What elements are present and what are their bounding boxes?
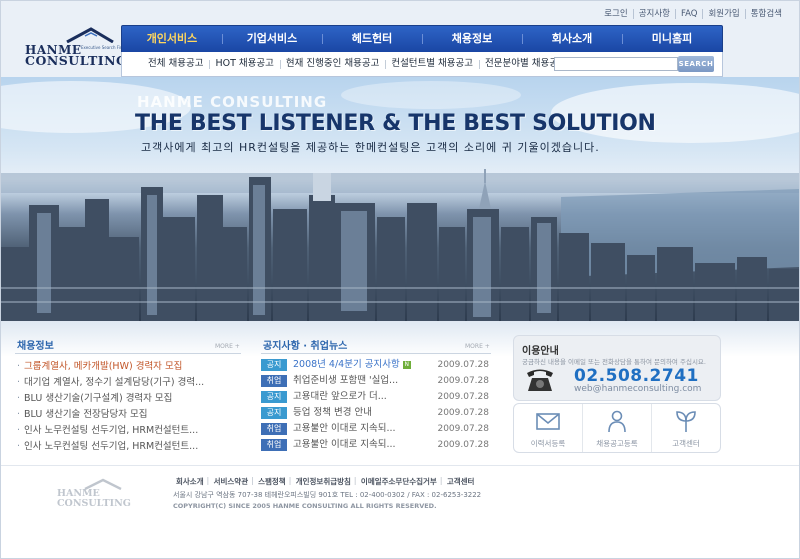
footer-link-privacy[interactable]: 개인정보취급방침 [289, 476, 356, 487]
util-login[interactable]: 로그인 [599, 9, 632, 19]
header: HANME Executive Search Firm CONSULTING 로… [1, 1, 799, 89]
news-row[interactable]: 취업 고용불안 이대로 지속되... 2009.07.28 [261, 421, 491, 437]
new-badge: N [402, 360, 411, 369]
util-notice[interactable]: 공지사항 [632, 9, 675, 19]
news-date: 2009.07.28 [437, 392, 489, 402]
news-row[interactable]: 공지 등업 정책 변경 안내 2009.07.28 [261, 405, 491, 421]
nav-jobs[interactable]: 채용정보 [422, 26, 522, 52]
footer-link-spam[interactable]: 스팸정책 [251, 476, 291, 487]
jobs-title: 채용정보 [17, 341, 54, 352]
util-search[interactable]: 통합검색 [744, 9, 787, 19]
hero-subtitle: HANME CONSULTING [137, 93, 328, 111]
quick-menu: 이력서등록 채용공고등록 고객센터 [513, 403, 721, 453]
news-text: 취업준비생 포함땐 '실업... [293, 375, 399, 386]
hero-banner: HANME CONSULTING THE BEST LISTENER & THE… [1, 77, 799, 321]
nav-minihome[interactable]: 미니홈피 [622, 26, 722, 52]
subnav-current[interactable]: 현재 진행중인 채용공고 [279, 52, 385, 76]
job-item[interactable]: 그룹계열사, 메카개발(HW) 경력자 모집 [15, 359, 204, 375]
news-text: 2008년 4/4분기 공지사항 N [293, 359, 411, 370]
quick-job-post-label: 채용공고등록 [596, 439, 638, 448]
util-faq[interactable]: FAQ [674, 9, 702, 19]
search-input[interactable] [554, 57, 678, 71]
jobnews-tag: 취업 [261, 375, 287, 387]
info-title: 이용안내 [522, 346, 559, 357]
subnav-all[interactable]: 전체 채용공고 [142, 52, 209, 76]
footer: HANME CONSULTING 회사소개 서비스약관 스팸정책 개인정보취급방… [1, 465, 799, 558]
job-item[interactable]: 인사 노무컨설팅 선두기업, HRM컨설턴트... [15, 439, 204, 455]
news-date: 2009.07.28 [437, 408, 489, 418]
footer-logo-line2: CONSULTING [57, 498, 131, 509]
job-item[interactable]: 대기업 계열사, 정수기 설계담당(기구) 경력... [15, 375, 204, 391]
content-area: 채용정보 MORE + 그룹계열사, 메카개발(HW) 경력자 모집 대기업 계… [1, 321, 799, 465]
logo[interactable]: HANME Executive Search Firm CONSULTING [23, 27, 127, 69]
subnav-hot[interactable]: HOT 채용공고 [209, 52, 279, 76]
jobnews-tag: 취업 [261, 423, 287, 435]
news-date: 2009.07.28 [437, 376, 489, 386]
house-logo-icon [66, 27, 114, 43]
main-nav: 개인서비스 기업서비스 헤드헌터 채용정보 회사소개 미니홈피 [121, 25, 723, 53]
notice-tag: 공지 [261, 359, 287, 371]
contact-info-box: 이용안내 궁금하신 내용을 이메일 또는 전화상담을 통하여 문의하여 주십시요… [513, 335, 721, 401]
person-icon [608, 410, 626, 433]
email-address[interactable]: web@hanmeconsulting.com [574, 384, 701, 394]
footer-logo: HANME CONSULTING [57, 478, 131, 509]
phone-number[interactable]: 02.508.2741 [574, 366, 699, 386]
notice-tag: 공지 [261, 391, 287, 403]
logo-tagline: Executive Search Firm [81, 45, 126, 50]
news-more-link[interactable]: MORE + [465, 343, 490, 350]
news-divider [261, 353, 491, 354]
news-text: 고용대란 앞으로가 더... [293, 391, 387, 402]
jobnews-tag: 취업 [261, 439, 287, 451]
news-text: 등업 정책 변경 안내 [293, 407, 372, 418]
sub-nav: 전체 채용공고 HOT 채용공고 현재 진행중인 채용공고 컨설턴트별 채용공고… [121, 52, 723, 77]
logo-line2: CONSULTING [25, 53, 128, 68]
nav-personal[interactable]: 개인서비스 [122, 26, 222, 52]
job-item[interactable]: 인사 노무컨설팅 선두기업, HRM컨설턴트... [15, 423, 204, 439]
jobs-more-link[interactable]: MORE + [215, 343, 240, 350]
news-text: 고용불안 이대로 지속되... [293, 423, 396, 434]
news-date: 2009.07.28 [437, 424, 489, 434]
sprout-icon [676, 411, 696, 432]
news-row[interactable]: 공지 고용대란 앞으로가 더... 2009.07.28 [261, 389, 491, 405]
util-join[interactable]: 회원가입 [702, 9, 744, 19]
subnav-consultant[interactable]: 컨설턴트별 채용공고 [385, 52, 479, 76]
news-title: 공지사항 · 취업뉴스 [263, 341, 348, 352]
telephone-icon [527, 369, 553, 391]
notice-tag: 공지 [261, 407, 287, 419]
news-date: 2009.07.28 [437, 360, 489, 370]
job-item[interactable]: BLU 생산기술(기구설계) 경력자 모집 [15, 391, 204, 407]
news-row[interactable]: 취업 취업준비생 포함땐 '실업... 2009.07.28 [261, 373, 491, 389]
jobs-divider [15, 353, 241, 354]
footer-link-email[interactable]: 이메일주소무단수집거부 [354, 476, 442, 487]
page: HANME Executive Search Firm CONSULTING 로… [0, 0, 800, 559]
util-links: 로그인 공지사항 FAQ 회원가입 통합검색 [599, 9, 787, 19]
footer-address: 서울시 강남구 역삼동 707-38 테헤란오피스빌딩 901호 TEL : 0… [173, 491, 482, 499]
envelope-icon [536, 413, 560, 430]
footer-copyright: COPYRIGHT(C) SINCE 2005 HANME CONSULTING… [173, 502, 437, 510]
quick-support-label: 고객센터 [672, 439, 700, 448]
footer-links: 회사소개 서비스약관 스팸정책 개인정보취급방침 이메일주소무단수집거부 고객센… [171, 476, 479, 487]
footer-link-terms[interactable]: 서비스약관 [207, 476, 254, 487]
quick-job-post[interactable]: 채용공고등록 [582, 404, 651, 452]
job-item[interactable]: BLU 생산기술 전장담당자 모집 [15, 407, 204, 423]
news-text: 고용불안 이대로 지속되... [293, 439, 396, 450]
news-row[interactable]: 취업 고용불안 이대로 지속되... 2009.07.28 [261, 437, 491, 453]
news-row[interactable]: 공지 2008년 4/4분기 공지사항 N 2009.07.28 [261, 357, 491, 373]
quick-resume-label: 이력서등록 [530, 439, 566, 448]
jobs-list: 그룹계열사, 메카개발(HW) 경력자 모집 대기업 계열사, 정수기 설계담당… [15, 359, 204, 455]
nav-about[interactable]: 회사소개 [522, 26, 622, 52]
news-date: 2009.07.28 [437, 440, 489, 450]
quick-support[interactable]: 고객센터 [651, 404, 720, 452]
nav-headhunter[interactable]: 헤드헌터 [322, 26, 422, 52]
nav-corporate[interactable]: 기업서비스 [222, 26, 322, 52]
footer-link-about[interactable]: 회사소개 [171, 476, 209, 487]
hero-title: THE BEST LISTENER & THE BEST SOLUTION [135, 111, 656, 136]
hero-slogan: 고객사에게 최고의 HR컨설팅을 제공하는 한메컨설팅은 고객의 소리에 귀 기… [141, 141, 600, 154]
quick-resume[interactable]: 이력서등록 [514, 404, 582, 452]
search-button[interactable]: SEARCH [678, 56, 714, 72]
footer-link-support[interactable]: 고객센터 [440, 476, 480, 487]
